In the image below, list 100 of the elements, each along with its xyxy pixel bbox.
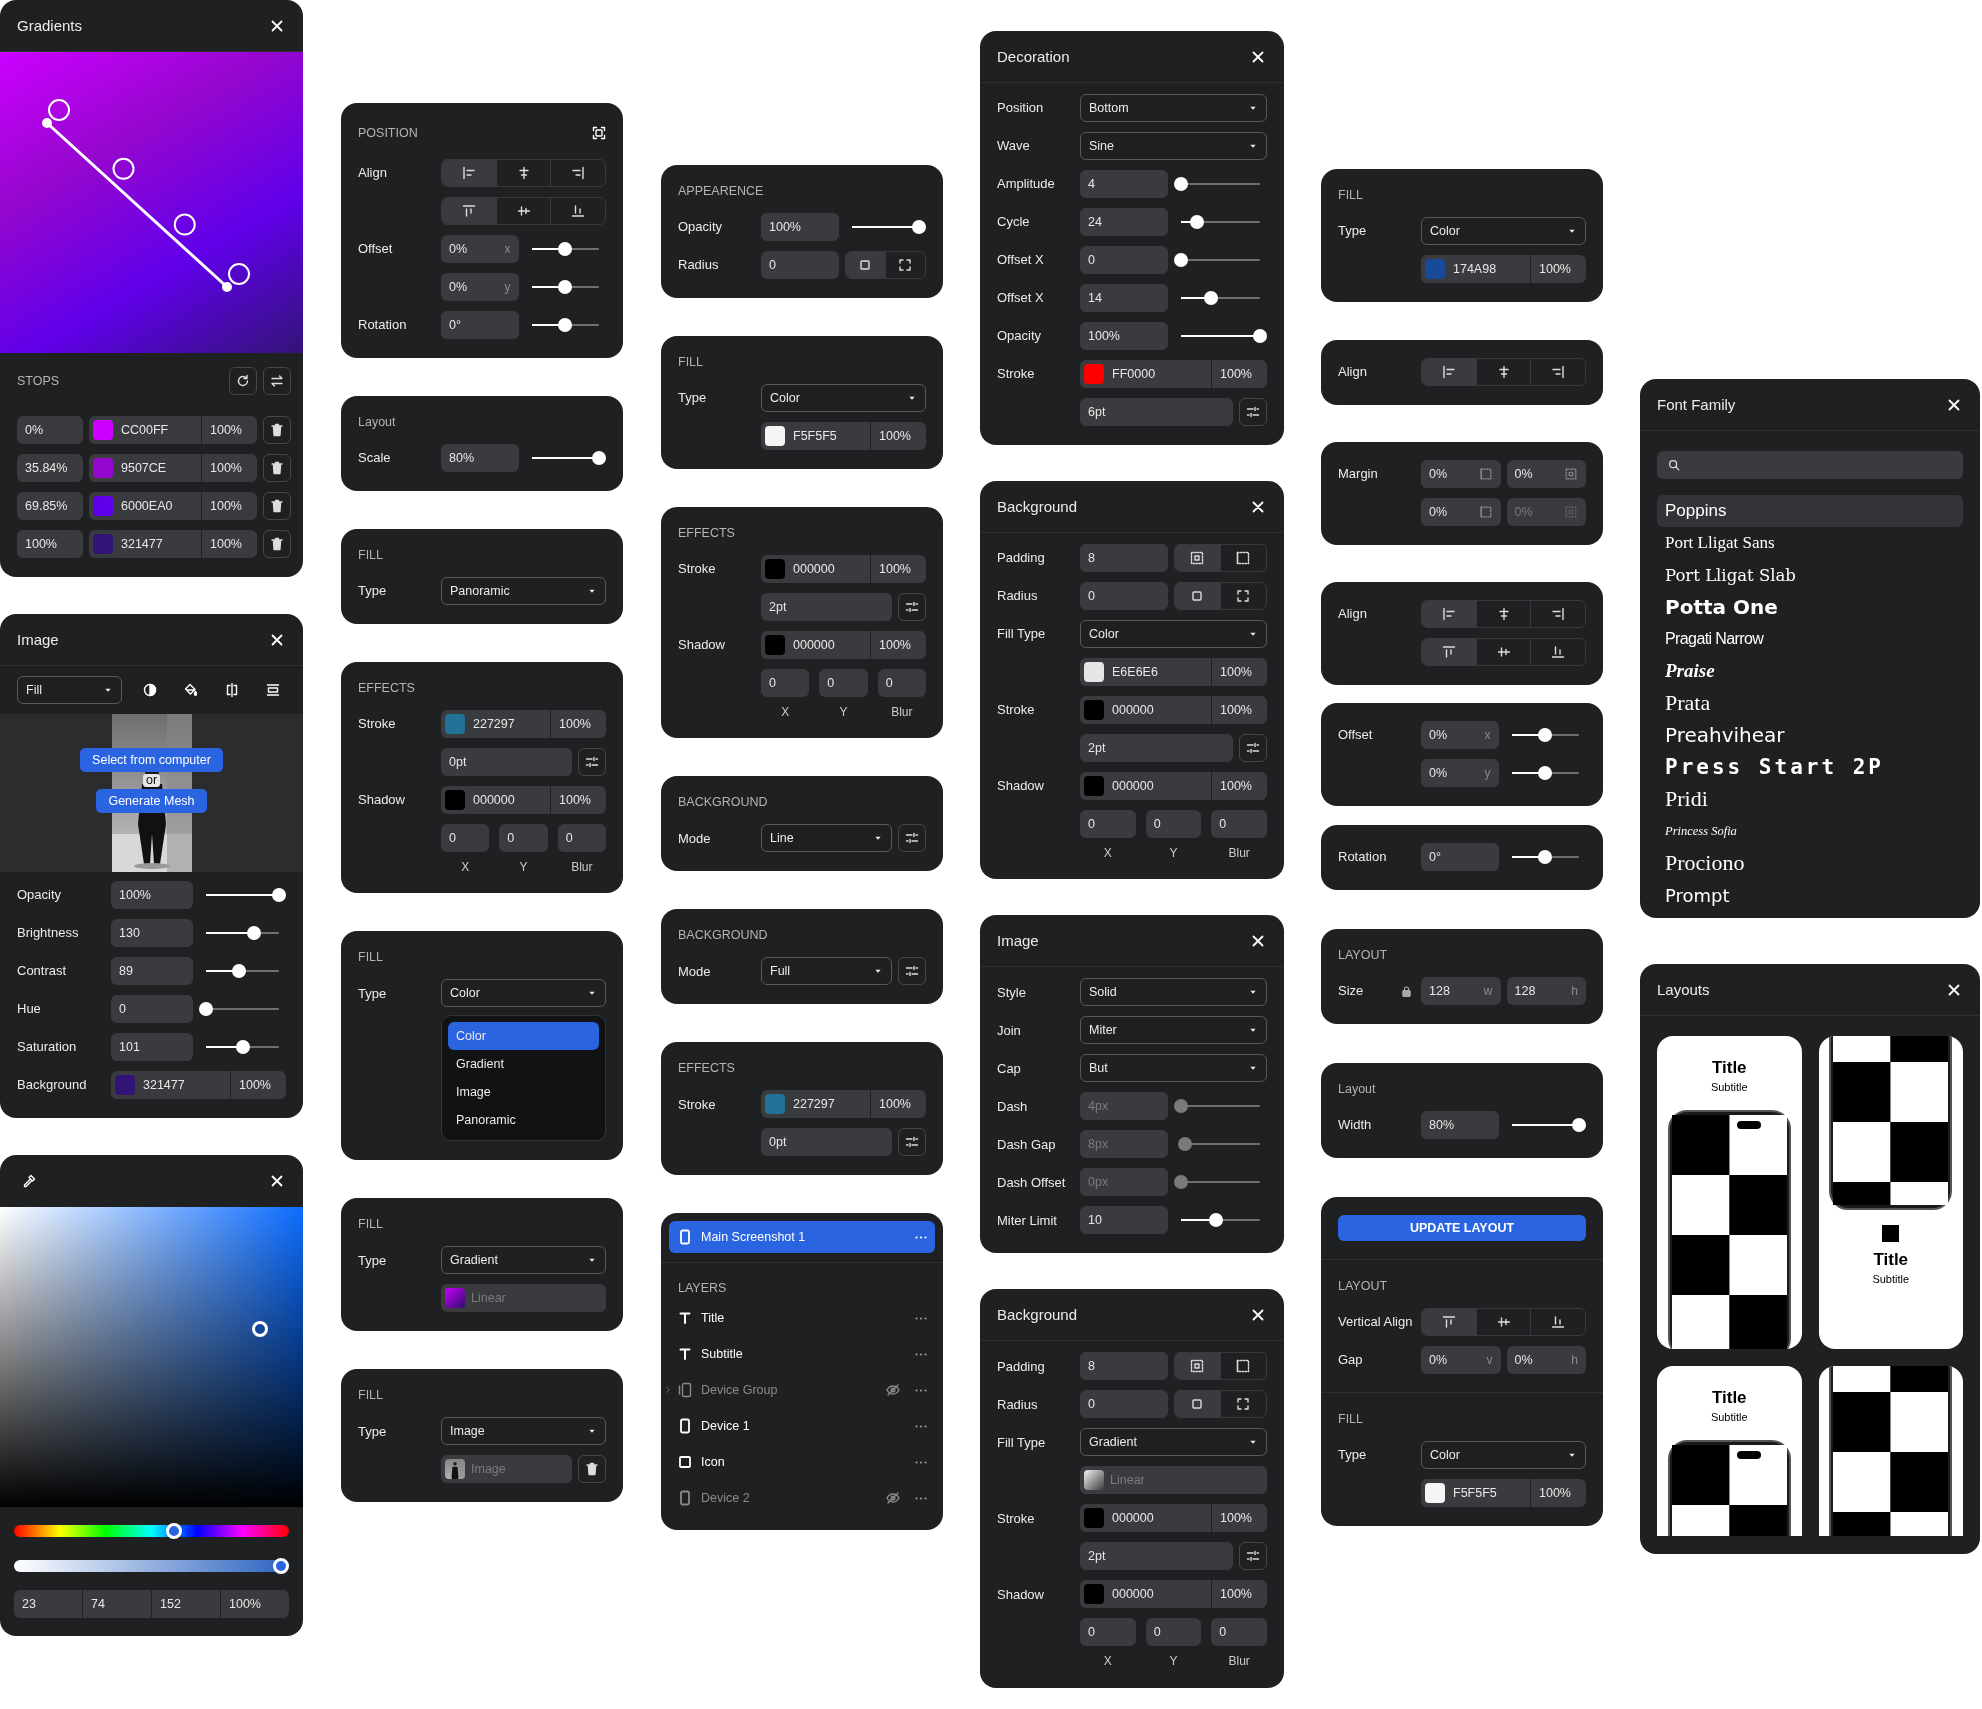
settings-button[interactable] [1239, 734, 1267, 762]
input-field[interactable]: 89 [111, 957, 194, 985]
layer-item[interactable]: Subtitle [669, 1336, 935, 1373]
toggle-button[interactable] [442, 198, 496, 224]
input-field[interactable]: 0pt [761, 1128, 892, 1157]
input-field[interactable]: 0 [819, 669, 868, 697]
input-field[interactable]: 100% [871, 1090, 926, 1119]
input-field[interactable]: 100% [551, 786, 606, 814]
menu-option[interactable]: Gradient [448, 1050, 599, 1079]
settings-button[interactable] [1239, 398, 1267, 426]
color-handle[interactable] [252, 1321, 268, 1337]
dropdown[interactable]: Solid [1080, 978, 1267, 1007]
input-field[interactable]: 0° [441, 311, 519, 339]
input-field[interactable]: 6pt [1080, 398, 1233, 426]
input-field[interactable]: 0% [17, 416, 83, 444]
input-field[interactable]: 0% x [1421, 721, 1499, 749]
input-field[interactable]: 0° [1421, 843, 1499, 871]
delete-button[interactable] [263, 454, 291, 482]
font-option[interactable]: Poppins [1657, 495, 1963, 527]
input-field[interactable]: 100% [17, 530, 83, 558]
color-field[interactable]: 000000 [441, 786, 550, 814]
dropdown[interactable]: But [1080, 1054, 1267, 1083]
input-field[interactable]: 74 [83, 1590, 151, 1618]
input-field[interactable]: 8 [1080, 544, 1168, 572]
settings-button[interactable] [578, 748, 606, 776]
refresh-button[interactable] [229, 367, 257, 395]
input-field[interactable]: 0% [1506, 460, 1586, 488]
input-field[interactable]: 100% [202, 454, 257, 482]
generate-button[interactable]: Generate Mesh [96, 789, 207, 813]
more-button[interactable] [915, 1424, 927, 1428]
layer-item[interactable]: Icon [669, 1444, 935, 1481]
font-option[interactable]: Praise [1657, 655, 1963, 687]
input-field[interactable]: 8 [1080, 1352, 1168, 1381]
input-field[interactable]: 100% [1212, 1504, 1267, 1533]
toggle-button[interactable] [1422, 639, 1476, 665]
input-field[interactable]: 100% [221, 1590, 289, 1618]
input-field[interactable]: 0 [1080, 246, 1168, 274]
menu-option[interactable]: Image [448, 1078, 599, 1107]
font-option[interactable]: Princess Sofia [1657, 815, 1963, 847]
color-field[interactable]: E6E6E6 [1080, 658, 1211, 686]
input-field[interactable]: 100% [871, 631, 926, 659]
color-field[interactable]: CC00FF [89, 416, 201, 444]
input-field[interactable]: 0 [1080, 810, 1136, 838]
input-field[interactable]: 80% [441, 444, 519, 472]
input-field[interactable]: 0 [1211, 1618, 1267, 1647]
color-field[interactable]: 227297 [761, 1090, 870, 1119]
input-field[interactable]: 100% [202, 416, 257, 444]
layer-item[interactable]: Device 1 [669, 1408, 935, 1445]
toggle-button[interactable] [1174, 1391, 1220, 1418]
color-field[interactable]: 321477 [111, 1071, 230, 1099]
input-field[interactable]: 0 [761, 669, 810, 697]
toggle-button[interactable] [1174, 1353, 1220, 1380]
toggle-button[interactable] [442, 160, 496, 186]
color-field[interactable]: 227297 [441, 710, 550, 738]
input-field[interactable]: 0pt [441, 748, 572, 776]
font-option[interactable]: Press Start 2P [1657, 751, 1963, 783]
menu-option[interactable]: Color [448, 1022, 599, 1051]
input-field[interactable]: 100% [1531, 1479, 1586, 1507]
menu-option[interactable]: Panoramic [448, 1106, 599, 1135]
input-field[interactable]: 69.85% [17, 492, 83, 520]
more-button[interactable] [915, 1316, 927, 1320]
color-field[interactable]: 6000EA0 [89, 492, 201, 520]
upload-button[interactable]: Select from computer [80, 748, 223, 772]
input-field[interactable]: 152 [152, 1590, 220, 1618]
delete-button[interactable] [263, 530, 291, 558]
layer-item[interactable]: Title [669, 1300, 935, 1337]
delete-button[interactable] [578, 1455, 606, 1484]
input-field[interactable]: 0 [761, 251, 839, 279]
input-field[interactable]: 0% [1421, 460, 1501, 488]
input-field[interactable]: 0 [1211, 810, 1267, 838]
font-option[interactable]: Port Lligat Slab [1657, 559, 1963, 591]
dropdown[interactable]: Bottom [1080, 94, 1267, 122]
dropdown[interactable]: Color [1080, 620, 1267, 648]
stop-handle[interactable] [173, 213, 196, 236]
color-field[interactable]: 000000 [761, 555, 870, 583]
stop-handle[interactable] [48, 99, 70, 121]
dropdown[interactable]: Gradient [1080, 1428, 1267, 1457]
color-field[interactable]: 000000 [1080, 772, 1211, 800]
dropdown[interactable]: Miter [1080, 1016, 1267, 1045]
update-button[interactable]: UPDATE LAYOUT [1338, 1215, 1586, 1241]
more-button[interactable] [915, 1235, 927, 1239]
delete-button[interactable] [263, 492, 291, 520]
color-field[interactable]: 000000 [1080, 1504, 1211, 1533]
gradient-line[interactable] [42, 118, 232, 292]
input-field[interactable]: 0 [557, 824, 606, 852]
input-field[interactable]: 23 [14, 1590, 82, 1618]
input-field[interactable]: 0% [1421, 498, 1501, 526]
color-field[interactable]: F5F5F5 [1421, 1479, 1530, 1507]
toggle-button[interactable] [845, 252, 885, 278]
input-field[interactable]: 100% [1212, 360, 1267, 388]
input-field[interactable]: 0 [1080, 1390, 1168, 1419]
input-field[interactable]: 0 [499, 824, 548, 852]
swap-button[interactable] [263, 367, 291, 395]
search-field[interactable] [1657, 451, 1963, 479]
dropdown[interactable]: Color [1421, 1441, 1586, 1469]
toggle-button[interactable] [1174, 583, 1220, 609]
font-option[interactable]: Pridi [1657, 783, 1963, 815]
input-field[interactable]: 10 [1080, 1206, 1168, 1235]
font-option[interactable]: Potta One [1657, 591, 1963, 623]
opacity-slider[interactable] [14, 1558, 289, 1574]
